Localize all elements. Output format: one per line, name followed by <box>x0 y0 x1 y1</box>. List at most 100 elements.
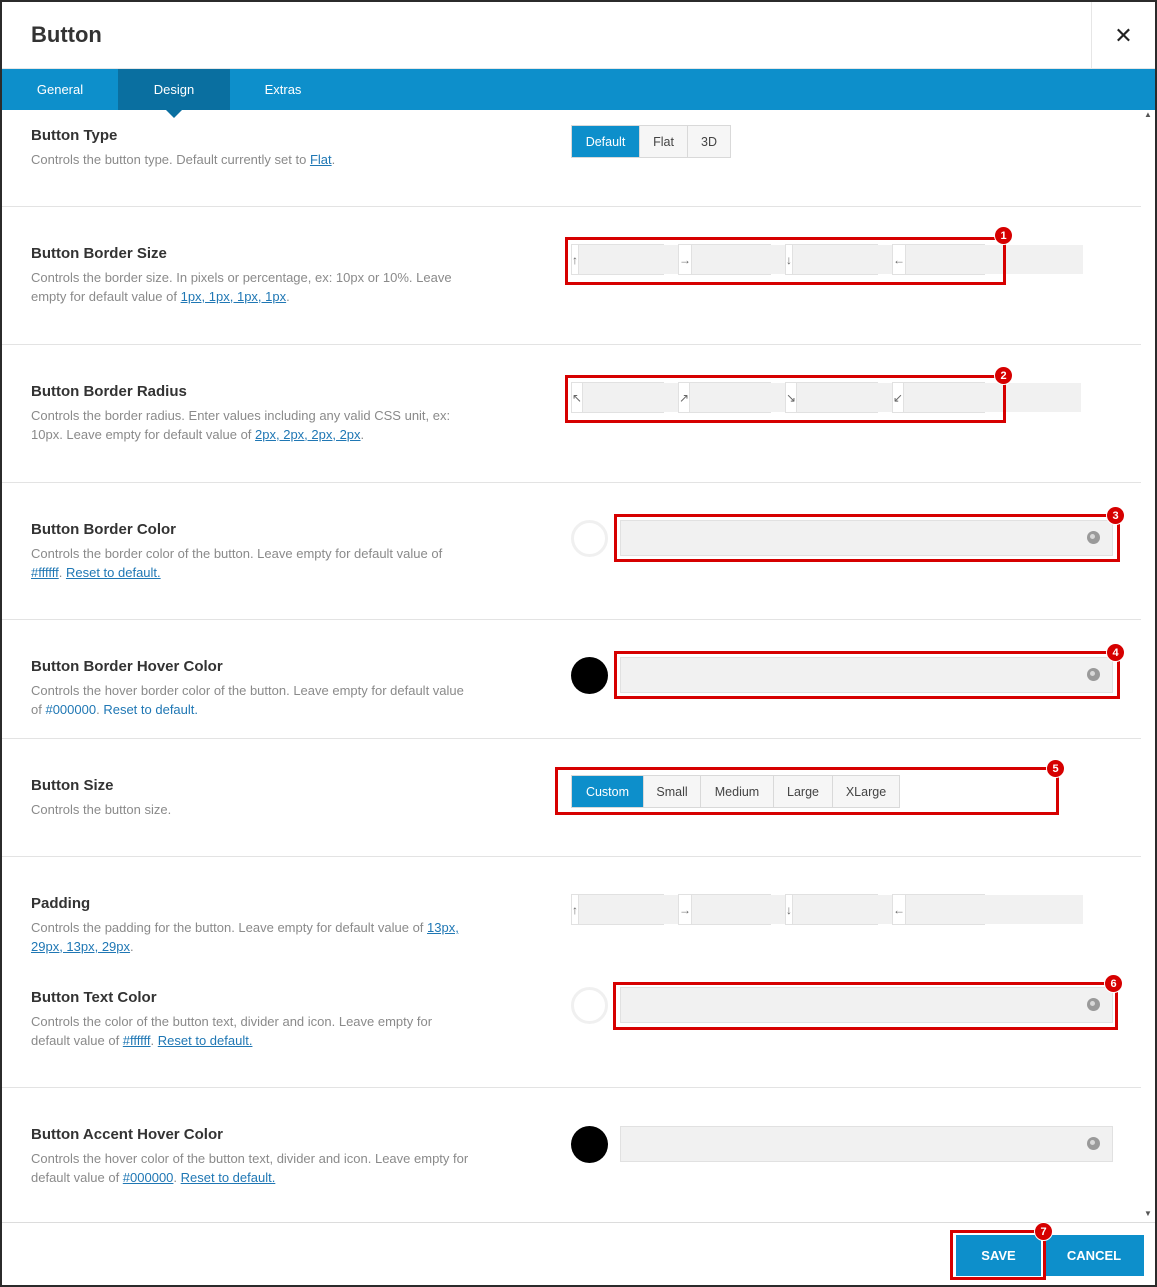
arrow-down-icon: ↓ <box>786 895 793 924</box>
radius-top-left-field: ↖ <box>571 382 761 413</box>
default-value-link[interactable]: #ffffff <box>123 1033 151 1048</box>
padding-label: Padding <box>31 895 91 912</box>
annotation-badge: 7 <box>1034 1222 1053 1241</box>
default-value-link[interactable]: #000000 <box>45 702 96 717</box>
setting-description: Controls the border radius. Enter values… <box>31 407 471 444</box>
setting-description: Controls the border size. In pixels or p… <box>31 269 471 306</box>
arrow-up-icon: ↑ <box>572 895 579 924</box>
default-value-link[interactable]: #000000 <box>123 1170 174 1185</box>
border-right-field: → <box>678 244 869 275</box>
text-color-input[interactable] <box>620 987 1113 1023</box>
tab-design[interactable]: Design <box>118 69 230 118</box>
setting-description: Controls the hover color of the button t… <box>31 1150 471 1187</box>
scroll-down-icon[interactable]: ▼ <box>1144 1209 1152 1218</box>
description-end: . <box>360 426 365 442</box>
setting-description: Controls the button type. Default curren… <box>31 151 471 170</box>
padding-left-field: ← <box>892 894 1083 925</box>
arrow-down-icon: ↓ <box>786 245 793 274</box>
type-option-default[interactable]: Default <box>572 126 640 157</box>
setting-border-size: Button Border Size Controls the border s… <box>2 207 1141 345</box>
annotation-badge: 5 <box>1046 759 1065 778</box>
size-option-xlarge[interactable]: XLarge <box>833 776 899 807</box>
globe-icon[interactable] <box>1087 998 1100 1011</box>
scroll-up-icon[interactable]: ▲ <box>1144 110 1152 119</box>
radius-top-right-field: ↗ <box>678 382 868 413</box>
globe-icon[interactable] <box>1087 668 1100 681</box>
setting-description: Controls the button size. <box>31 802 172 817</box>
accent-hover-color-input[interactable] <box>620 1126 1113 1162</box>
close-icon: ✕ <box>1114 22 1133 48</box>
default-value-link[interactable]: Flat <box>310 152 332 167</box>
setting-border-color: Button Border Color Controls the border … <box>2 483 1141 620</box>
default-value-link[interactable]: 2px, 2px, 2px, 2px <box>255 427 361 442</box>
border-hover-color-input[interactable] <box>620 657 1113 693</box>
size-option-small[interactable]: Small <box>644 776 701 807</box>
annotation-badge: 1 <box>994 226 1013 245</box>
globe-icon[interactable] <box>1087 531 1100 544</box>
dialog-footer: SAVE CANCEL <box>2 1222 1155 1285</box>
settings-panel: Button Type Controls the button type. De… <box>2 110 1141 1222</box>
tab-bar: General Design Extras <box>2 69 1155 118</box>
padding-left-input[interactable] <box>906 895 1083 924</box>
arrow-up-right-icon: ↗ <box>679 383 691 412</box>
text-color-label: Button Text Color <box>31 989 157 1006</box>
description-separator: . <box>150 1032 158 1048</box>
save-button[interactable]: SAVE <box>956 1235 1041 1276</box>
annotation-badge: 4 <box>1106 643 1125 662</box>
arrow-up-left-icon: ↖ <box>572 383 584 412</box>
annotation-badge: 6 <box>1104 974 1123 993</box>
description-text: Controls the border color of the button.… <box>31 546 443 561</box>
color-swatch[interactable] <box>571 657 608 694</box>
tab-extras[interactable]: Extras <box>230 69 336 110</box>
description-text: Controls the button type. Default curren… <box>31 152 310 167</box>
reset-link[interactable]: Reset to default. <box>66 565 161 580</box>
cancel-button[interactable]: CANCEL <box>1044 1235 1144 1276</box>
tab-general[interactable]: General <box>2 69 118 110</box>
description-separator: . <box>58 564 66 580</box>
globe-icon[interactable] <box>1087 1137 1100 1150</box>
padding-bottom-field: ↓ <box>785 894 970 925</box>
setting-padding-text-color: Padding Controls the padding for the but… <box>2 857 1141 1088</box>
reset-link[interactable]: Reset to default. <box>103 702 198 717</box>
padding-top-field: ↑ <box>571 894 756 925</box>
button-size-group: Custom Small Medium Large XLarge <box>571 775 900 808</box>
border-size-inputs: ↑ → ↓ ← <box>571 244 1083 275</box>
color-swatch[interactable] <box>571 1126 608 1163</box>
description-end: . <box>286 288 290 304</box>
setting-label: Button Border Hover Color <box>31 658 223 675</box>
arrow-left-icon: ← <box>893 245 906 274</box>
setting-label: Button Type <box>31 127 118 144</box>
size-option-custom[interactable]: Custom <box>572 776 644 807</box>
default-value-link[interactable]: #ffffff <box>31 565 59 580</box>
scrollbar[interactable]: ▲ ▼ <box>1141 110 1155 1222</box>
border-left-input[interactable] <box>906 245 1083 274</box>
type-option-flat[interactable]: Flat <box>640 126 688 157</box>
dialog-header: Button ✕ <box>2 2 1155 69</box>
setting-border-radius: Button Border Radius Controls the border… <box>2 345 1141 483</box>
setting-border-hover-color: Button Border Hover Color Controls the h… <box>2 620 1141 739</box>
arrow-right-icon: → <box>679 895 692 924</box>
setting-label: Button Size <box>31 777 114 794</box>
padding-description: Controls the padding for the button. Lea… <box>31 919 471 956</box>
color-swatch[interactable] <box>571 520 608 557</box>
border-left-field: ← <box>892 244 1083 275</box>
setting-description: Controls the hover border color of the b… <box>31 682 471 719</box>
annotation-badge: 2 <box>994 366 1013 385</box>
arrow-down-left-icon: ↙ <box>893 383 905 412</box>
color-swatch[interactable] <box>571 987 608 1024</box>
text-color-description: Controls the color of the button text, d… <box>31 1013 471 1050</box>
setting-description: Controls the border color of the button.… <box>31 545 471 582</box>
setting-label: Button Border Radius <box>31 383 187 400</box>
reset-link[interactable]: Reset to default. <box>181 1170 276 1185</box>
close-button[interactable]: ✕ <box>1091 2 1155 69</box>
size-option-large[interactable]: Large <box>774 776 833 807</box>
size-option-medium[interactable]: Medium <box>701 776 774 807</box>
description-end: . <box>331 152 336 167</box>
default-value-link[interactable]: 1px, 1px, 1px, 1px <box>181 289 287 304</box>
radius-bottom-left-input[interactable] <box>904 383 1082 412</box>
setting-label: Button Accent Hover Color <box>31 1126 223 1143</box>
reset-link[interactable]: Reset to default. <box>158 1033 253 1048</box>
border-color-input[interactable] <box>620 520 1113 556</box>
type-option-3d[interactable]: 3D <box>688 126 730 157</box>
border-bottom-field: ↓ <box>785 244 970 275</box>
